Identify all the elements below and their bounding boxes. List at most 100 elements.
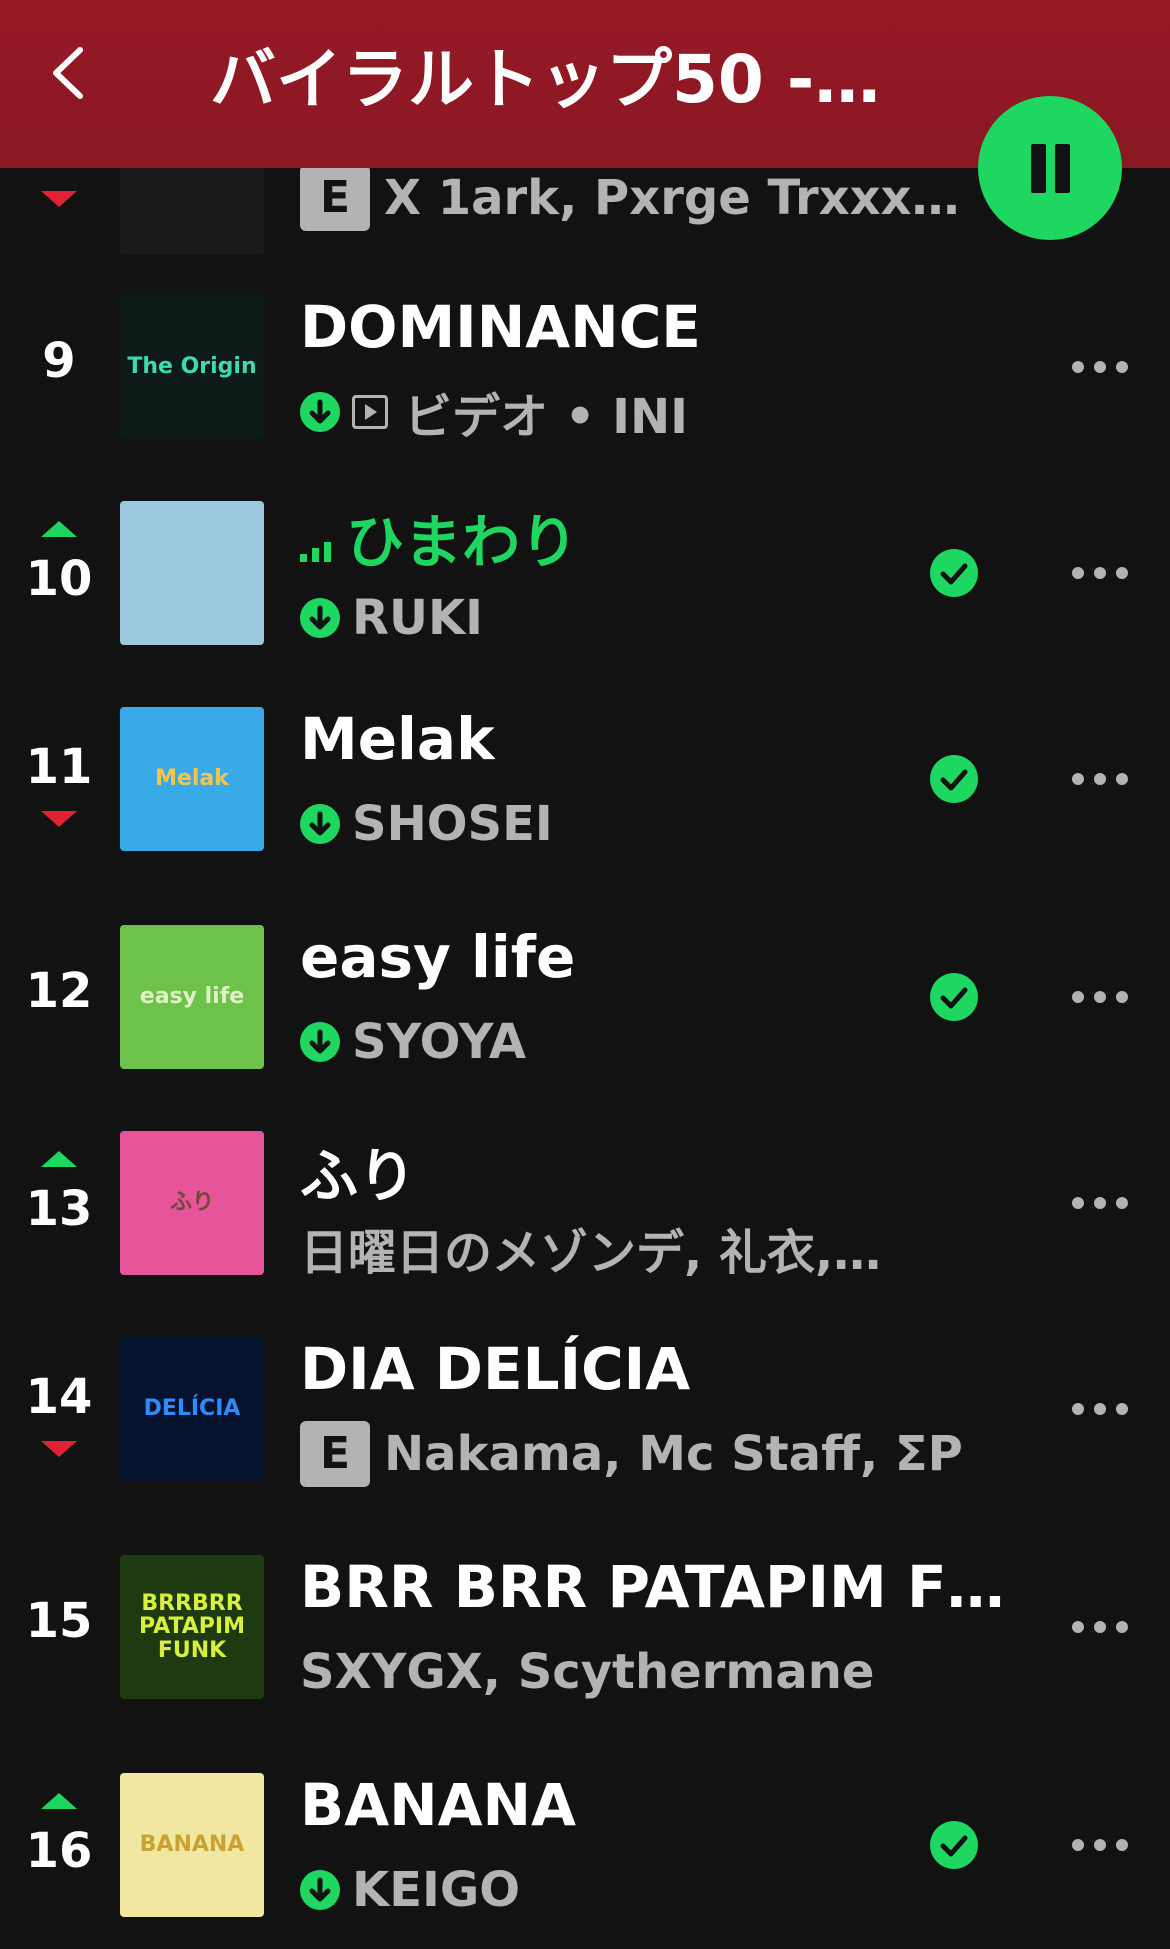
track-title-text: Melak (300, 705, 495, 773)
more-options-button[interactable] (1072, 1839, 1128, 1853)
track-artists: KEIGO (300, 1855, 520, 1925)
track-title: ふり (300, 1129, 416, 1213)
album-cover: DELÍCIA (120, 1337, 264, 1481)
track-title-text: DOMINANCE (300, 293, 701, 361)
track-row[interactable]: 10 ひまわり RUKI (0, 493, 1170, 653)
check-circle-icon[interactable] (930, 973, 978, 1021)
track-rank: 13 (25, 1181, 93, 1237)
track-artists-text: SXYGX, Scythermane (300, 1644, 875, 1700)
trend-up-icon (41, 1793, 77, 1809)
track-artists: SHOSEI (300, 789, 553, 859)
track-row[interactable]: 15 BRRBRR PATAPIM FUNK BRR BRR PATAPIM FU.… (0, 1547, 1170, 1707)
track-artists: RUKI (300, 583, 483, 653)
more-icon-dot (1116, 1403, 1128, 1415)
trend-up-icon (41, 1151, 77, 1167)
track-title: BANANA (300, 1771, 576, 1839)
download-icon (300, 1022, 340, 1062)
more-icon-dot (1094, 567, 1106, 579)
track-row[interactable]: 9 The Origin DOMINANCE ビデオ • INI (0, 287, 1170, 447)
track-artists-text: SHOSEI (352, 796, 553, 852)
download-icon (300, 1870, 340, 1910)
check-circle-icon[interactable] (930, 755, 978, 803)
album-cover: BRRBRR PATAPIM FUNK (120, 1555, 264, 1699)
download-icon (300, 804, 340, 844)
album-cover: BANANA (120, 1773, 264, 1917)
equalizer-bar (324, 542, 331, 562)
track-title-text: BANANA (300, 1771, 576, 1839)
track-title-text: ひまわり (346, 508, 579, 576)
back-button[interactable] (40, 38, 100, 108)
more-icon-dot (1116, 1839, 1128, 1851)
album-cover-art: Melak (155, 766, 229, 792)
track-rank: 14 (25, 1369, 93, 1425)
more-options-button[interactable] (1072, 1403, 1128, 1417)
explicit-badge: E (300, 1421, 370, 1487)
more-icon-dot (1094, 1403, 1106, 1415)
more-options-button[interactable] (1072, 991, 1128, 1005)
pause-button[interactable] (978, 96, 1122, 240)
track-row[interactable]: 13 ふり ふり 日曜日のメゾンデ, 礼衣,… (0, 1123, 1170, 1283)
more-icon-dot (1116, 567, 1128, 579)
chevron-left-icon (53, 47, 83, 99)
track-artists: 日曜日のメゾンデ, 礼衣,… (300, 1213, 881, 1283)
more-icon-dot (1094, 361, 1106, 373)
check-circle-icon[interactable] (930, 549, 978, 597)
trend-down-icon (41, 1441, 77, 1457)
more-options-button[interactable] (1072, 567, 1128, 581)
track-artists-text: RUKI (352, 590, 483, 646)
more-icon-dot (1094, 1839, 1106, 1851)
album-cover (120, 501, 264, 645)
track-rank: 12 (25, 963, 93, 1019)
more-icon-dot (1116, 991, 1128, 1003)
equalizer-icon (300, 532, 336, 562)
more-icon-dot (1072, 1197, 1084, 1209)
playlist-title: バイラルトップ50 -… (210, 41, 881, 118)
album-cover-art: BANANA (139, 1832, 245, 1858)
track-title-text: DIA DELÍCIA (300, 1335, 691, 1403)
more-options-button[interactable] (1072, 1197, 1128, 1211)
track-rank: 9 (42, 333, 76, 389)
more-icon-dot (1116, 1621, 1128, 1633)
track-artists-text: ビデオ • INI (404, 389, 688, 445)
track-row[interactable]: 14 DELÍCIA DIA DELÍCIA E Nakama, Mc Staff, Σ… (0, 1329, 1170, 1489)
trend-down-icon (41, 811, 77, 827)
more-icon-dot (1094, 773, 1106, 785)
track-title: Melak (300, 705, 495, 773)
more-icon-dot (1094, 991, 1106, 1003)
track-artists-text: 日曜日のメゾンデ, 礼衣,… (300, 1225, 882, 1281)
album-cover-art: ふり (169, 1190, 214, 1216)
track-rank: 15 (25, 1593, 93, 1649)
more-options-button[interactable] (1072, 361, 1128, 375)
album-cover: The Origin (120, 295, 264, 439)
more-icon-dot (1116, 1197, 1128, 1209)
video-icon (352, 395, 388, 429)
album-cover-art: BRRBRR PATAPIM FUNK (139, 1591, 245, 1663)
more-options-button[interactable] (1072, 1621, 1128, 1635)
pause-icon (1031, 144, 1046, 193)
equalizer-bar (300, 554, 307, 562)
track-title: ひまわり (300, 495, 578, 579)
track-artists-text: KEIGO (352, 1862, 521, 1918)
track-row[interactable]: 12 easy life easy life SYOYA (0, 917, 1170, 1077)
track-title-text: BRR BRR PATAPIM FU... (300, 1553, 1010, 1621)
track-row[interactable]: 11 Melak Melak SHOSEI (0, 699, 1170, 859)
track-artists: SYOYA (300, 1007, 526, 1077)
check-circle-icon[interactable] (930, 1821, 978, 1869)
more-icon-dot (1094, 1621, 1106, 1633)
more-options-button[interactable] (1072, 773, 1128, 787)
album-cover-art: DELÍCIA (143, 1396, 241, 1422)
track-row[interactable]: 16 BANANA BANANA KEIGO (0, 1765, 1170, 1925)
album-cover: ふり (120, 1131, 264, 1275)
track-title: easy life (300, 923, 575, 991)
track-rank: 16 (25, 1823, 93, 1879)
track-title: DOMINANCE (300, 293, 701, 361)
more-icon-dot (1116, 361, 1128, 373)
more-icon-dot (1094, 1197, 1106, 1209)
track-artists: SXYGX, Scythermane (300, 1637, 874, 1707)
more-icon-dot (1072, 991, 1084, 1003)
track-artists: E Nakama, Mc Staff, ΣP (300, 1419, 963, 1489)
track-title-text: ふり (300, 1142, 417, 1210)
trend-up-icon (41, 521, 77, 537)
album-cover-art: The Origin (127, 354, 257, 380)
track-artists-text: X 1ark, Pxrge Trxxxper (384, 170, 980, 226)
